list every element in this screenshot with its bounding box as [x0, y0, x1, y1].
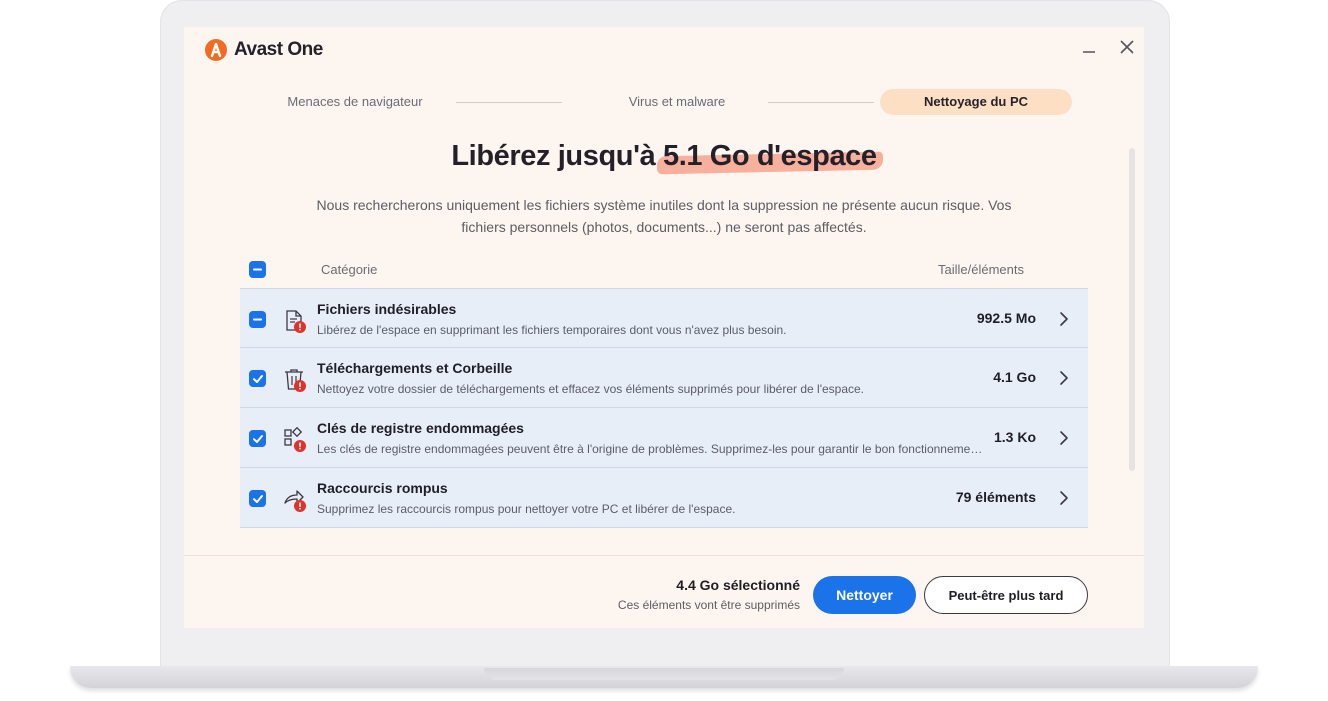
chevron-right-icon[interactable]: [1054, 488, 1074, 508]
close-icon: [1120, 40, 1134, 54]
table-header: Catégorie Taille/éléments: [240, 257, 1088, 283]
row-title: Fichiers indésirables: [317, 301, 457, 317]
row-size: 4.1 Go: [993, 369, 1036, 385]
row-description: Supprimez les raccourcis rompus pour net…: [317, 502, 736, 516]
column-header-category: Catégorie: [321, 262, 378, 277]
subtitle-line: Nous rechercherons uniquement les fichie…: [316, 197, 1012, 213]
selection-note: Ces éléments vont être supprimés: [617, 598, 800, 612]
row-size: 992.5 Mo: [976, 310, 1036, 326]
chevron-right-icon[interactable]: [1054, 428, 1074, 448]
column-header-size: Taille/éléments: [938, 262, 1024, 277]
step-browser-threats: Menaces de navigateur: [287, 94, 423, 109]
subtitle-line: fichiers personnels (photos, documents..…: [461, 219, 867, 235]
row-description: Libérez de l'espace en supprimant les fi…: [317, 323, 787, 337]
app-logo: Avast One: [204, 38, 323, 62]
clean-button[interactable]: Nettoyer: [813, 576, 916, 614]
chevron-right-icon[interactable]: [1054, 368, 1074, 388]
indeterminate-icon: [253, 268, 262, 271]
page-subtitle: Nous rechercherons uniquement les fichie…: [284, 194, 1044, 238]
junk-file-icon: [286, 310, 306, 333]
maybe-later-button[interactable]: Peut-être plus tard: [924, 576, 1088, 614]
step-connector: [768, 102, 874, 103]
app-window: Avast One Menaces de navigateur Virus et…: [184, 27, 1144, 628]
step-virus-malware: Virus et malware: [628, 94, 726, 109]
registry-icon: [284, 427, 306, 452]
chevron-right-icon[interactable]: [1054, 309, 1074, 329]
category-list: Fichiers indésirables Libérez de l'espac…: [240, 288, 1088, 528]
table-row[interactable]: Raccourcis rompus Supprimez les raccourc…: [240, 468, 1088, 528]
row-title: Raccourcis rompus: [317, 480, 448, 496]
title-highlight: 5.1 Go d'espace: [662, 140, 877, 172]
indeterminate-icon: [253, 318, 262, 321]
minimize-icon: [1083, 51, 1095, 53]
page-title: Libérez jusqu'à 5.1 Go d'espace: [184, 140, 1144, 173]
row-checkbox[interactable]: [249, 370, 266, 387]
selected-total: 4.4 Go sélectionné: [676, 577, 800, 593]
checkmark-icon: [252, 494, 263, 503]
select-all-checkbox[interactable]: [249, 261, 266, 278]
row-description: Les clés de registre endommagées peuvent…: [317, 442, 987, 456]
step-connector: [456, 102, 562, 103]
table-row[interactable]: Fichiers indésirables Libérez de l'espac…: [240, 288, 1088, 348]
row-description: Nettoyez votre dossier de téléchargement…: [317, 382, 865, 396]
avast-logo-icon: [205, 39, 227, 61]
row-title: Téléchargements et Corbeille: [317, 360, 513, 376]
row-size: 1.3 Ko: [993, 429, 1036, 445]
minimize-button[interactable]: [1077, 35, 1101, 59]
checkmark-icon: [252, 434, 263, 443]
progress-stepper: Menaces de navigateur Virus et malware N…: [184, 89, 1144, 115]
table-row[interactable]: Clés de registre endommagées Les clés de…: [240, 408, 1088, 468]
row-title: Clés de registre endommagées: [317, 420, 524, 436]
title-bar: Avast One: [184, 27, 1144, 73]
row-checkbox[interactable]: [249, 430, 266, 447]
title-prefix: Libérez jusqu'à: [451, 140, 663, 172]
scrollbar[interactable]: [1129, 148, 1135, 471]
step-pc-cleanup: Nettoyage du PC: [880, 89, 1072, 115]
trash-icon: [285, 369, 306, 392]
laptop-notch: [484, 668, 844, 680]
action-footer: 4.4 Go sélectionné Ces éléments vont êtr…: [184, 555, 1144, 628]
row-checkbox[interactable]: [249, 311, 266, 328]
checkmark-icon: [252, 374, 263, 383]
app-name: Avast One: [234, 39, 323, 60]
table-row[interactable]: Téléchargements et Corbeille Nettoyez vo…: [240, 348, 1088, 408]
row-size: 79 éléments: [955, 489, 1036, 505]
row-checkbox[interactable]: [249, 490, 266, 507]
broken-shortcut-icon: [284, 490, 306, 512]
close-button[interactable]: [1115, 35, 1139, 59]
